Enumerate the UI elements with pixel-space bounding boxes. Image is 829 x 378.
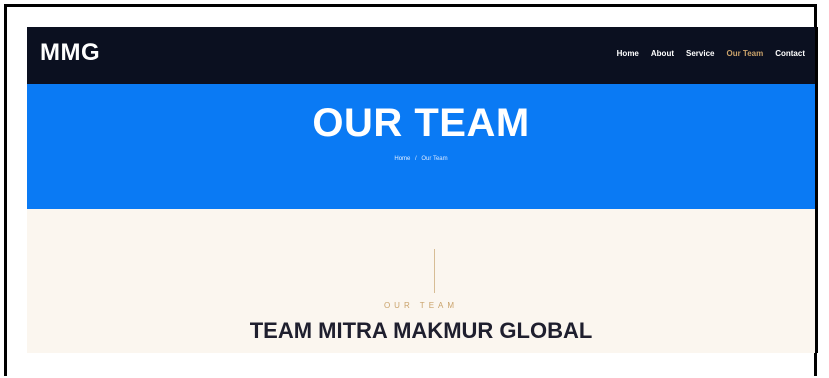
nav-link-our-team[interactable]: Our Team [726,49,763,58]
breadcrumb-home-link[interactable]: Home [394,156,410,162]
page-title: OUR TEAM [312,101,530,145]
decorative-divider-line [434,249,435,293]
nav-link-about[interactable]: About [651,49,674,58]
site-logo[interactable]: MMG [40,39,100,67]
breadcrumb-separator: / [415,156,417,162]
breadcrumb: Home / Our Team [27,156,815,162]
breadcrumb-current: Our Team [421,156,448,162]
nav-link-service[interactable]: Service [686,49,714,58]
section-eyebrow: OUR TEAM [383,301,459,310]
browser-frame: MMG Home About Service Our Team Contact … [4,4,818,376]
nav-menu: Home About Service Our Team Contact [617,49,805,58]
hero-banner: OUR TEAM Home / Our Team [27,84,815,209]
nav-link-contact[interactable]: Contact [775,49,805,58]
page-viewport: MMG Home About Service Our Team Contact … [27,27,818,353]
section-heading: TEAM MITRA MAKMUR GLOBAL [249,318,593,343]
team-section: OUR TEAM TEAM MITRA MAKMUR GLOBAL [27,209,815,353]
navbar: MMG Home About Service Our Team Contact [27,27,815,84]
nav-link-home[interactable]: Home [617,49,639,58]
